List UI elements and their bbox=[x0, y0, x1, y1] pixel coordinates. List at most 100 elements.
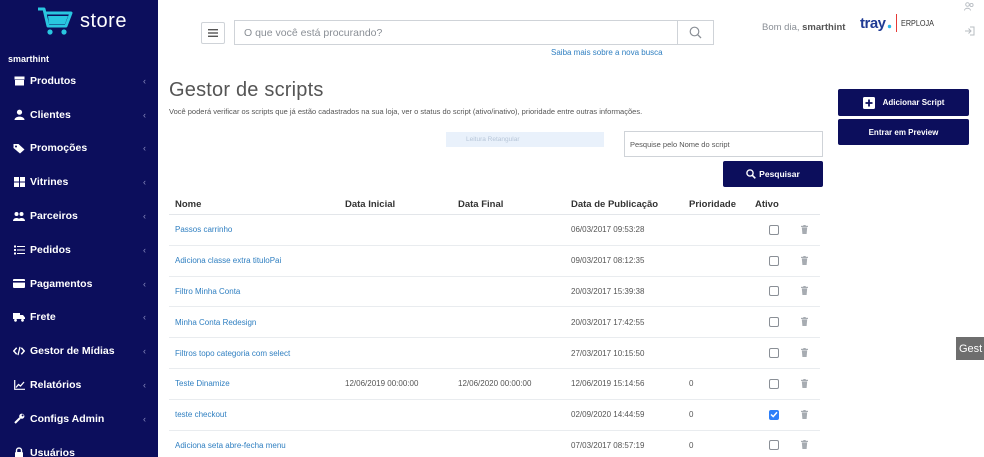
published-date-cell: 07/03/2017 08:57:19 bbox=[571, 440, 645, 450]
trash-icon[interactable] bbox=[801, 221, 808, 239]
active-cell bbox=[755, 317, 793, 328]
trash-icon[interactable] bbox=[801, 406, 808, 424]
table-row: Filtros topo categoria com select 27/03/2… bbox=[169, 338, 820, 369]
trash-icon[interactable] bbox=[801, 282, 808, 300]
script-name-link[interactable]: Adiciona seta abre-fecha menu bbox=[169, 441, 340, 450]
start-date-cell: 12/06/2019 00:00:00 bbox=[345, 379, 419, 389]
published-date-cell: 02/09/2020 14:44:59 bbox=[571, 410, 645, 420]
active-checkbox[interactable] bbox=[769, 317, 779, 328]
users-icon bbox=[13, 210, 25, 222]
sidebar-item-label: Frete bbox=[30, 311, 56, 324]
column-header-start-date[interactable]: Data Inicial bbox=[340, 199, 453, 210]
add-script-button[interactable]: Adicionar Script bbox=[838, 89, 969, 116]
script-name-link[interactable]: Teste Dinamize bbox=[169, 379, 340, 388]
sidebar-item-pagamentos[interactable]: Pagamentos ‹ bbox=[0, 267, 158, 301]
chevron-left-icon: ‹ bbox=[143, 177, 146, 188]
sidebar-item-relatorios[interactable]: Relatórios ‹ bbox=[0, 368, 158, 402]
active-checkbox[interactable] bbox=[769, 440, 779, 451]
logout-icon[interactable] bbox=[964, 26, 975, 36]
user-name[interactable]: smarthint bbox=[802, 22, 845, 33]
active-checkbox[interactable] bbox=[769, 224, 779, 235]
list-icon bbox=[13, 244, 25, 256]
chevron-left-icon: ‹ bbox=[143, 211, 146, 222]
chevron-left-icon: ‹ bbox=[143, 278, 146, 289]
script-name-filter-input[interactable] bbox=[625, 132, 822, 156]
sidebar: store smarthint Produtos ‹ Clientes ‹ Pr… bbox=[0, 0, 158, 457]
column-header-active[interactable]: Ativo bbox=[755, 199, 793, 210]
sidebar-item-frete[interactable]: Frete ‹ bbox=[0, 301, 158, 335]
active-checkbox[interactable] bbox=[769, 348, 779, 359]
card-icon bbox=[13, 278, 25, 290]
script-name-link[interactable]: Minha Conta Redesign bbox=[169, 318, 340, 327]
greeting: Bom dia, smarthint bbox=[762, 22, 845, 33]
sidebar-item-produtos[interactable]: Produtos ‹ bbox=[0, 64, 158, 98]
filter-chip[interactable]: Leitura Retangular bbox=[446, 132, 604, 147]
trash-icon[interactable] bbox=[801, 252, 808, 270]
active-cell bbox=[755, 378, 793, 389]
active-checkbox[interactable] bbox=[769, 409, 779, 420]
side-tab[interactable]: Gest bbox=[956, 337, 984, 360]
sidebar-item-promocoes[interactable]: Promoções ‹ bbox=[0, 132, 158, 166]
plus-square-icon bbox=[862, 96, 875, 109]
script-name-link[interactable]: teste checkout bbox=[169, 410, 340, 419]
script-name-link[interactable]: Filtro Minha Conta bbox=[169, 287, 340, 296]
store-logo[interactable]: store bbox=[36, 4, 127, 38]
sidebar-item-label: Pagamentos bbox=[30, 277, 93, 290]
sidebar-item-vitrines[interactable]: Vitrines ‹ bbox=[0, 165, 158, 199]
global-search-button[interactable] bbox=[677, 21, 713, 44]
published-date-cell: 27/03/2017 10:15:50 bbox=[571, 348, 645, 358]
trash-icon[interactable] bbox=[801, 436, 808, 454]
sidebar-item-label: Usuários bbox=[30, 446, 75, 457]
sidebar-item-label: Vitrines bbox=[30, 176, 69, 189]
search-icon bbox=[689, 26, 702, 39]
active-checkbox[interactable] bbox=[769, 378, 779, 389]
active-checkbox[interactable] bbox=[769, 286, 779, 297]
active-checkbox[interactable] bbox=[769, 255, 779, 266]
scripts-table: Nome Data Inicial Data Final Data de Pub… bbox=[169, 194, 820, 457]
truck-icon bbox=[13, 311, 25, 323]
grid-icon bbox=[13, 176, 25, 188]
table-row: Adiciona seta abre-fecha menu 07/03/2017 … bbox=[169, 431, 820, 457]
script-name-link[interactable]: Passos carrinho bbox=[169, 225, 340, 234]
page-description: Você poderá verificar os scripts que já … bbox=[169, 107, 643, 116]
chevron-left-icon: ‹ bbox=[143, 244, 146, 255]
chevron-left-icon: ‹ bbox=[143, 413, 146, 424]
sidebar-item-gestor-midias[interactable]: Gestor de Mídias ‹ bbox=[0, 334, 158, 368]
column-header-end-date[interactable]: Data Final bbox=[453, 199, 566, 210]
column-header-priority[interactable]: Prioridade bbox=[685, 199, 755, 210]
tray-erploja-logo[interactable]: tray ERPLOJA bbox=[860, 14, 939, 32]
tag-icon bbox=[13, 142, 25, 154]
search-scripts-button[interactable]: Pesquisar bbox=[723, 161, 823, 187]
sidebar-item-pedidos[interactable]: Pedidos ‹ bbox=[0, 233, 158, 267]
trash-icon[interactable] bbox=[801, 313, 808, 331]
sidebar-item-parceiros[interactable]: Parceiros ‹ bbox=[0, 199, 158, 233]
trash-icon[interactable] bbox=[801, 375, 808, 393]
active-cell bbox=[755, 348, 793, 359]
script-name-link[interactable]: Filtros topo categoria com select bbox=[169, 349, 340, 358]
global-search-input[interactable] bbox=[235, 21, 677, 44]
sidebar-item-label: Relatórios bbox=[30, 379, 82, 392]
search-hint-link[interactable]: Saiba mais sobre a nova busca bbox=[551, 48, 663, 57]
sidebar-item-configs-admin[interactable]: Configs Admin ‹ bbox=[0, 402, 158, 436]
sidebar-item-label: Produtos bbox=[30, 74, 77, 87]
script-name-link[interactable]: Adiciona classe extra tituloPai bbox=[169, 256, 340, 265]
sidebar-item-label: Parceiros bbox=[30, 210, 78, 223]
user-icon bbox=[13, 109, 25, 121]
published-date-cell: 06/03/2017 09:53:28 bbox=[571, 225, 645, 235]
logo-divider bbox=[895, 14, 897, 32]
enter-preview-button[interactable]: Entrar em Preview bbox=[838, 119, 969, 145]
trash-icon[interactable] bbox=[801, 344, 808, 362]
menu-toggle-button[interactable] bbox=[201, 22, 225, 44]
lock-icon bbox=[13, 447, 25, 457]
column-header-name[interactable]: Nome bbox=[169, 199, 340, 210]
table-row: teste checkout 02/09/2020 14:44:59 0 bbox=[169, 400, 820, 431]
column-header-published-date[interactable]: Data de Publicação bbox=[566, 199, 685, 210]
logo-text: store bbox=[80, 9, 127, 32]
script-name-filter bbox=[624, 131, 823, 157]
users-icon[interactable] bbox=[964, 2, 975, 11]
delete-cell bbox=[793, 252, 816, 270]
sidebar-item-clientes[interactable]: Clientes ‹ bbox=[0, 98, 158, 132]
tray-wordmark: tray bbox=[860, 14, 886, 32]
sidebar-item-usuarios[interactable]: Usuários bbox=[0, 436, 158, 457]
table-body: Passos carrinho 06/03/2017 09:53:28 Adicio… bbox=[169, 215, 820, 457]
